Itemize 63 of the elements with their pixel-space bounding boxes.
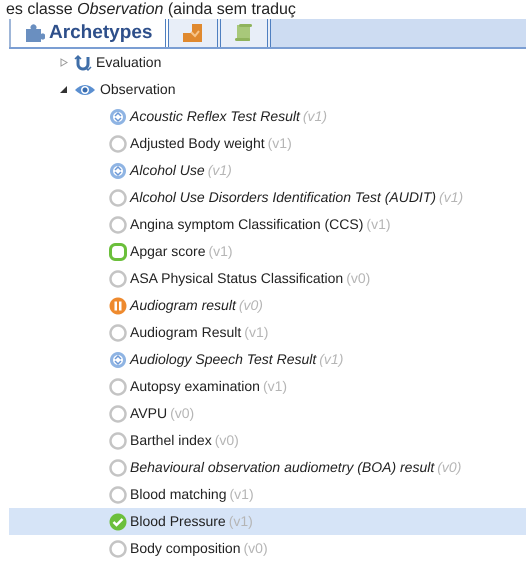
version-label: (v1)	[228, 512, 253, 531]
version-label: (v1)	[366, 215, 391, 234]
archetype-name: Audiogram result	[130, 296, 236, 315]
version-label: (v0)	[214, 431, 239, 450]
archetype-row[interactable]: Alcohol Use (v1)	[9, 157, 526, 184]
archetype-row[interactable]: Autopsy examination (v1)	[9, 373, 526, 400]
archetype-name: Alcohol Use Disorders Identification Test (AUDIT)	[130, 188, 436, 207]
archetype-name: Behavioural observation audiometry (BOA) result	[130, 458, 434, 477]
scroll-icon	[232, 22, 254, 44]
archetype-row[interactable]: Acoustic Reflex Test Result (v1)	[9, 103, 526, 130]
blocks-icon	[180, 22, 204, 44]
version-label: (v1)	[262, 377, 288, 396]
archetype-name: Angina symptom Classification (CCS)	[130, 215, 364, 234]
puzzle-icon	[23, 23, 45, 43]
archetype-row[interactable]: Audiogram result (v0)	[9, 292, 526, 319]
expand-triangle-icon[interactable]	[60, 58, 70, 67]
archetype-name: Blood Pressure	[130, 512, 226, 531]
version-label: (v1)	[319, 350, 344, 369]
version-label: (v1)	[208, 242, 233, 261]
archetype-name: Autopsy examination	[130, 377, 260, 396]
archetype-row[interactable]: Audiogram Result (v1)	[9, 319, 526, 346]
archetype-name: Acoustic Reflex Test Result	[130, 107, 300, 126]
version-label: (v1)	[230, 485, 254, 504]
version-label: (v0)	[170, 404, 194, 423]
archetype-row[interactable]: Alcohol Use Disorders Identification Test (AUDIT) (v1)	[9, 184, 526, 211]
u-arrows-icon	[74, 54, 92, 72]
archetype-row[interactable]: Blood Pressure (v1)	[9, 508, 526, 535]
archetype-name: Audiology Speech Test Result	[130, 350, 316, 369]
version-label: (v1)	[244, 323, 268, 342]
collapse-triangle-icon[interactable]	[60, 85, 70, 94]
icon-tab[interactable]	[220, 19, 270, 47]
archetype-row[interactable]: Behavioural observation audiometry (BOA) result (v0)	[9, 454, 526, 481]
archetype-name: Barthel index	[130, 431, 212, 450]
archetype-row[interactable]: Adjusted Body weight (v1)	[9, 130, 526, 157]
version-label: (v0)	[244, 539, 268, 558]
version-label: (v0)	[346, 269, 370, 288]
tree-node-label[interactable]: Evaluation	[96, 52, 162, 73]
archetype-name: Audiogram Result	[130, 323, 242, 342]
archetype-row[interactable]: Body composition (v0)	[9, 535, 526, 562]
archetype-row[interactable]: Apgar score (v1)	[9, 238, 526, 265]
archetype-name: Apgar score	[130, 242, 206, 261]
version-label: (v0)	[238, 296, 263, 315]
archetype-row[interactable]: Audiology Speech Test Result (v1)	[9, 346, 526, 373]
version-label: (v1)	[302, 107, 328, 126]
archetype-name: ASA Physical Status Classification	[130, 269, 344, 288]
tree-node-label[interactable]: Observation	[100, 79, 176, 100]
archetype-name: Adjusted Body weight	[130, 134, 265, 153]
caption-text: es classe Observation (ainda sem traduç	[6, 0, 297, 19]
archetype-row[interactable]: Angina symptom Classification (CCS) (v1)	[9, 211, 526, 238]
version-label: (v1)	[439, 188, 464, 207]
archetype-row[interactable]: AVPU (v0)	[9, 400, 526, 427]
version-label: (v1)	[208, 161, 232, 180]
archetype-name: Body composition	[130, 539, 241, 558]
icon-tab[interactable]	[168, 19, 220, 47]
archetype-name: Alcohol Use	[130, 161, 205, 180]
archetype-row[interactable]: Barthel index (v0)	[9, 427, 526, 454]
archetype-row[interactable]: Blood matching (v1)	[9, 481, 526, 508]
archetypes-tab[interactable]: Archetypes	[9, 19, 168, 47]
archetype-name: AVPU	[130, 404, 168, 423]
version-label: (v0)	[437, 458, 462, 477]
archetype-row[interactable]: ASA Physical Status Classification (v0)	[9, 265, 526, 292]
version-label: (v1)	[268, 134, 292, 153]
archetype-name: Blood matching	[130, 485, 227, 504]
